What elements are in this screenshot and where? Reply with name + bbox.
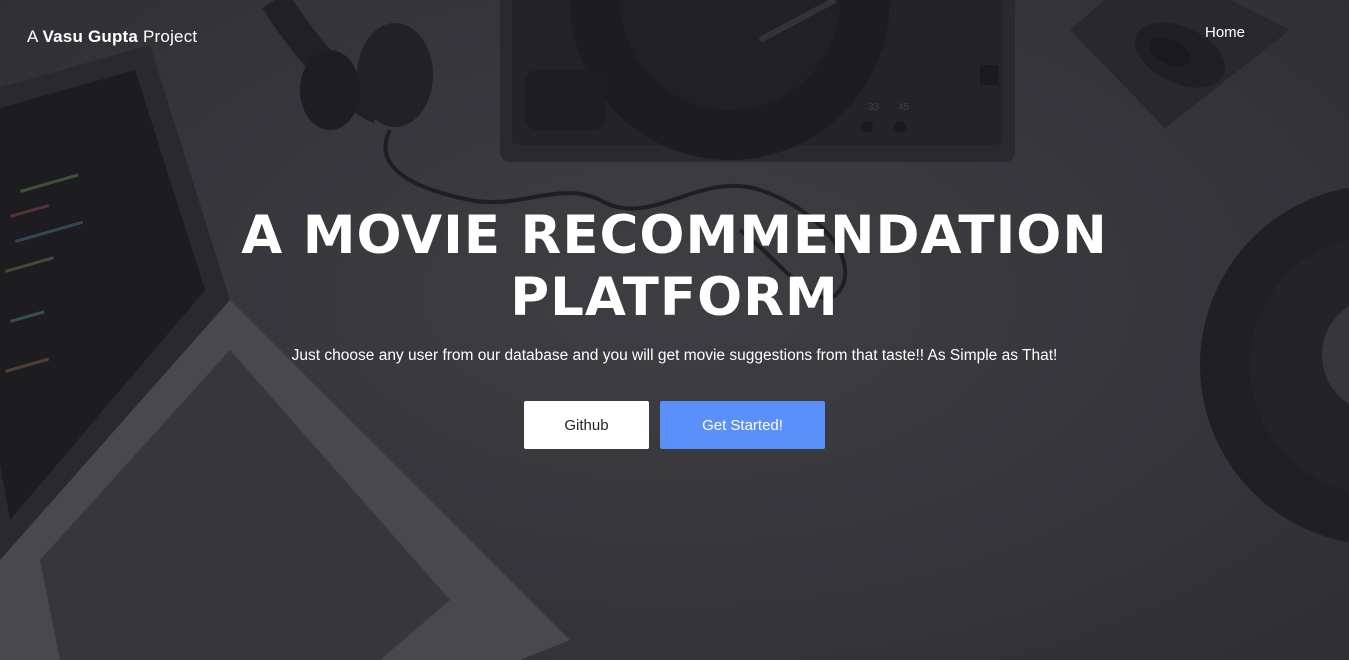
page-title-line-2: PLATFORM (510, 267, 839, 328)
get-started-button-label: Get Started! (702, 416, 783, 434)
brand-prefix: A (27, 27, 38, 46)
brand-name: Vasu Gupta (42, 27, 139, 46)
get-started-button[interactable]: Get Started! (660, 401, 825, 449)
hero-tagline: Just choose any user from our database a… (291, 347, 1058, 364)
brand-suffix: Project (143, 27, 198, 46)
nav-home-link[interactable]: Home (1205, 24, 1245, 41)
github-button-label: Github (564, 416, 609, 434)
background-dim-overlay (0, 0, 1349, 660)
page-title-line-1: A MOVIE RECOMMENDATION (241, 205, 1108, 266)
brand-logo[interactable]: A Vasu Gupta Project (27, 27, 197, 47)
page-title: A MOVIE RECOMMENDATION PLATFORM (0, 205, 1349, 329)
hero-section: 33 45 A Vasu Gupta Project Home A MOVIE … (0, 0, 1349, 660)
github-button[interactable]: Github (524, 401, 649, 449)
